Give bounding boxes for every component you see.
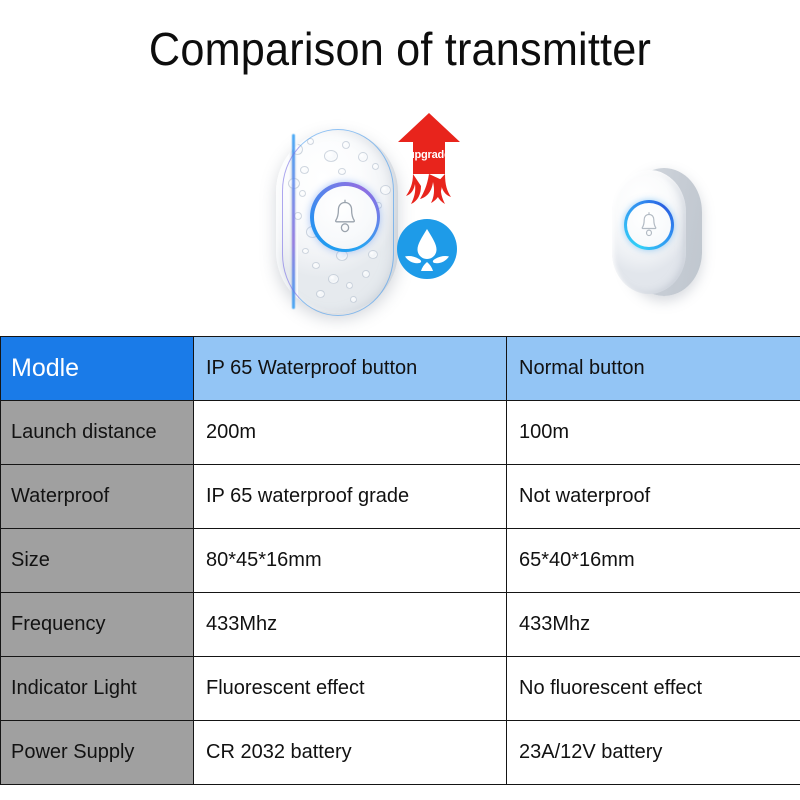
cell-normal-frequency: 433Mhz (506, 592, 800, 657)
device-rim-glow (282, 129, 394, 316)
table-header-row: Modle IP 65 Waterproof button Normal but… (0, 336, 800, 401)
comparison-table: Modle IP 65 Waterproof button Normal but… (0, 336, 800, 785)
cell-normal-power-supply: 23A/12V battery (506, 720, 800, 785)
cell-waterproof-power-supply: CR 2032 battery (193, 720, 507, 785)
cell-waterproof-indicator-light: Fluorescent effect (193, 656, 507, 721)
row-label-size: Size (0, 528, 194, 593)
water-drop-icon (397, 219, 457, 279)
upgrade-badge: upgrade (396, 112, 462, 216)
row-label-launch-distance: Launch distance (0, 400, 194, 465)
row-label-waterproof: Waterproof (0, 464, 194, 529)
cell-normal-size: 65*40*16mm (506, 528, 800, 593)
waterproof-badge (396, 218, 458, 280)
cell-waterproof-waterproof: IP 65 waterproof grade (193, 464, 507, 529)
cell-normal-waterproof: Not waterproof (506, 464, 800, 529)
bell-icon (641, 212, 657, 237)
normal-button-face (626, 202, 672, 248)
header-waterproof: IP 65 Waterproof button (193, 336, 507, 401)
row-label-power-supply: Power Supply (0, 720, 194, 785)
upward-arrow-flame-icon (398, 113, 460, 204)
page-title: Comparison of transmitter (148, 23, 652, 75)
row-label-indicator-light: Indicator Light (0, 656, 194, 721)
cell-waterproof-launch-distance: 200m (193, 400, 507, 465)
table-row: Waterproof IP 65 waterproof grade Not wa… (0, 464, 800, 529)
normal-indicator-ring (624, 200, 674, 250)
table-row: Indicator Light Fluorescent effect No fl… (0, 656, 800, 721)
cell-waterproof-frequency: 433Mhz (193, 592, 507, 657)
normal-transmitter-body (612, 170, 686, 294)
product-comparison-image: upgrade (0, 100, 800, 336)
cell-normal-launch-distance: 100m (506, 400, 800, 465)
table-row: Power Supply CR 2032 battery 23A/12V bat… (0, 720, 800, 785)
cell-waterproof-size: 80*45*16mm (193, 528, 507, 593)
table-row: Frequency 433Mhz 433Mhz (0, 592, 800, 657)
table-row: Launch distance 200m 100m (0, 400, 800, 465)
waterproof-transmitter-image (276, 129, 398, 316)
header-model-label: Modle (0, 336, 194, 401)
header-normal: Normal button (506, 336, 800, 401)
normal-transmitter-image (612, 168, 702, 296)
row-label-frequency: Frequency (0, 592, 194, 657)
cell-normal-indicator-light: No fluorescent effect (506, 656, 800, 721)
table-row: Size 80*45*16mm 65*40*16mm (0, 528, 800, 593)
